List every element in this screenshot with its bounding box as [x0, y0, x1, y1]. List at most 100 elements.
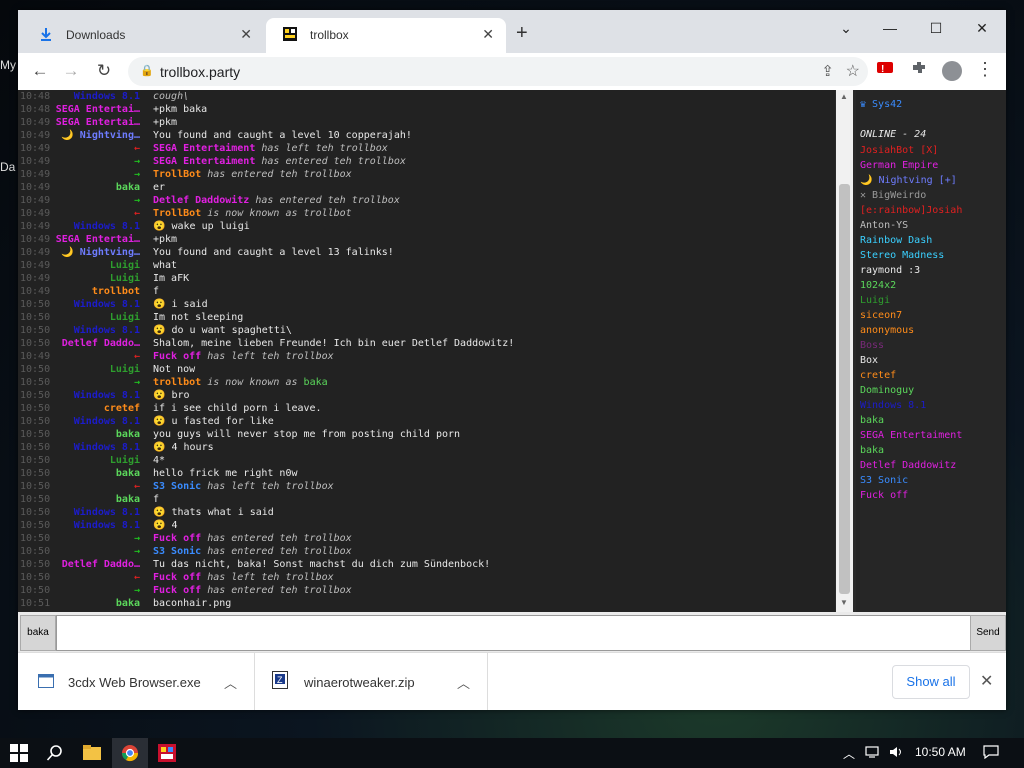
message-nick[interactable]: ← [134, 350, 140, 363]
extensions-puzzle-icon[interactable] [910, 59, 928, 82]
browser-menu-icon[interactable]: ⋮ [976, 59, 994, 80]
desktop-icon-label[interactable]: My [0, 58, 16, 72]
tab-downloads[interactable]: Downloads ✕ [22, 18, 264, 53]
message-nick[interactable]: SEGA Entertai… [56, 116, 140, 129]
message-nick[interactable]: → [134, 194, 140, 207]
online-user[interactable]: Detlef Daddowitz [860, 458, 956, 473]
online-user[interactable]: Box [860, 353, 878, 368]
online-user[interactable]: anonymous [860, 323, 914, 338]
extension-icon[interactable]: ! [876, 60, 894, 82]
online-user[interactable]: siceon7 [860, 308, 902, 323]
chat-log[interactable]: 10:48 Windows 8.1 cough\ 10:48 SEGA Entertai… [18, 90, 835, 612]
message-nick[interactable]: Windows 8.1 [74, 441, 140, 454]
tab-close-icon[interactable]: ✕ [482, 26, 494, 43]
message-nick[interactable]: baka [116, 467, 140, 480]
share-icon[interactable]: ⇪ [821, 62, 834, 80]
forward-button[interactable]: → [60, 61, 82, 81]
message-nick[interactable]: cretef [104, 402, 140, 415]
windows-start-icon[interactable] [10, 742, 28, 764]
message-nick[interactable]: ← [134, 571, 140, 584]
online-user[interactable]: 1024x2 [860, 278, 896, 293]
url-text[interactable]: trollbox.party [160, 64, 240, 80]
message-nick[interactable]: → [134, 584, 140, 597]
message-nick[interactable]: → [134, 532, 140, 545]
file-explorer-icon[interactable] [82, 742, 102, 764]
maximize-button[interactable]: ☐ [914, 14, 958, 42]
online-user[interactable]: Windows 8.1 [860, 398, 926, 413]
online-user[interactable]: ✕ BigWeirdo [860, 188, 926, 203]
profile-avatar[interactable] [942, 61, 962, 81]
message-nick[interactable]: Luigi [110, 454, 140, 467]
network-icon[interactable] [865, 745, 881, 762]
message-nick[interactable]: → [134, 376, 140, 389]
online-user[interactable]: [e:rainbow]Josiah [860, 203, 962, 218]
message-nick[interactable]: baka [116, 181, 140, 194]
chevron-up-icon[interactable]: ︿ [224, 673, 237, 692]
address-bar[interactable]: 🔒 trollbox.party ⇪ ☆ [128, 57, 868, 86]
message-input[interactable] [56, 615, 972, 651]
message-nick[interactable]: Windows 8.1 [74, 415, 140, 428]
message-nick[interactable]: Windows 8.1 [74, 389, 140, 402]
message-nick[interactable]: Windows 8.1 [74, 519, 140, 532]
message-nick[interactable]: Detlef Daddo… [62, 558, 140, 571]
tab-search-icon[interactable]: ⌄ [824, 14, 868, 42]
download-item[interactable]: 3cdx Web Browser.exe ︿ [18, 653, 255, 710]
chevron-up-icon[interactable]: ︿ [843, 745, 855, 762]
chevron-up-icon[interactable]: ︿ [457, 673, 470, 692]
message-nick[interactable]: baka [116, 597, 140, 610]
online-user[interactable]: Dominoguy [860, 383, 914, 398]
online-user[interactable]: raymond :3 [860, 263, 920, 278]
close-window-button[interactable]: ✕ [960, 14, 1004, 42]
volume-icon[interactable] [889, 745, 905, 762]
message-nick[interactable]: ← [134, 142, 140, 155]
online-user[interactable]: Stereo Madness [860, 248, 944, 263]
reload-button[interactable]: ↻ [93, 61, 115, 81]
message-nick[interactable]: Windows 8.1 [74, 90, 140, 103]
chat-scrollbar[interactable]: ▲ ▼ [836, 90, 853, 612]
message-nick[interactable]: → [134, 168, 140, 181]
message-nick[interactable]: Windows 8.1 [74, 298, 140, 311]
message-nick[interactable]: ← [134, 207, 140, 220]
search-icon[interactable] [46, 742, 64, 764]
close-shelf-icon[interactable]: ✕ [980, 671, 993, 691]
online-user[interactable]: Boss [860, 338, 884, 353]
message-nick[interactable]: Luigi [110, 272, 140, 285]
notifications-icon[interactable] [983, 745, 999, 762]
scrollbar-thumb[interactable] [839, 184, 850, 594]
online-user[interactable]: JosiahBot [X] [860, 143, 938, 158]
nickname-button[interactable]: baka [20, 615, 56, 651]
message-nick[interactable]: trollbot [92, 285, 140, 298]
message-nick[interactable]: SEGA Entertai… [56, 103, 140, 116]
online-user[interactable]: Anton-YS [860, 218, 908, 233]
message-nick[interactable]: SEGA Entertai… [56, 233, 140, 246]
bookmark-star-icon[interactable]: ☆ [846, 61, 860, 81]
new-tab-button[interactable]: + [516, 22, 528, 45]
message-nick[interactable]: → [134, 545, 140, 558]
scroll-up-icon[interactable]: ▲ [840, 92, 848, 101]
show-all-button[interactable]: Show all [892, 665, 970, 699]
message-nick[interactable]: Luigi [110, 311, 140, 324]
message-nick[interactable]: → [134, 155, 140, 168]
send-button[interactable]: Send [970, 615, 1006, 651]
tab-trollbox[interactable]: trollbox ✕ [266, 18, 506, 53]
message-nick[interactable]: baka [116, 428, 140, 441]
minimize-button[interactable]: — [868, 14, 912, 42]
scroll-down-icon[interactable]: ▼ [840, 598, 848, 607]
online-user[interactable]: German Empire [860, 158, 938, 173]
app-taskbar-icon[interactable] [158, 742, 176, 764]
chrome-taskbar-icon[interactable] [112, 738, 148, 768]
clock[interactable]: 10:50 AM [915, 745, 966, 759]
online-user[interactable]: cretef [860, 368, 896, 383]
online-user[interactable]: baka [860, 443, 884, 458]
online-user[interactable]: Fuck off [860, 488, 908, 503]
message-nick[interactable]: baka [116, 493, 140, 506]
download-item[interactable]: Z winaerotweaker.zip ︿ [254, 653, 488, 710]
online-user[interactable]: baka [860, 413, 884, 428]
back-button[interactable]: ← [29, 61, 51, 81]
tab-close-icon[interactable]: ✕ [240, 26, 252, 43]
online-user[interactable]: SEGA Entertaiment [860, 428, 962, 443]
message-nick[interactable]: Luigi [110, 363, 140, 376]
desktop-icon-label[interactable]: Da [0, 160, 15, 174]
message-nick[interactable]: Windows 8.1 [74, 506, 140, 519]
online-user[interactable]: S3 Sonic [860, 473, 908, 488]
